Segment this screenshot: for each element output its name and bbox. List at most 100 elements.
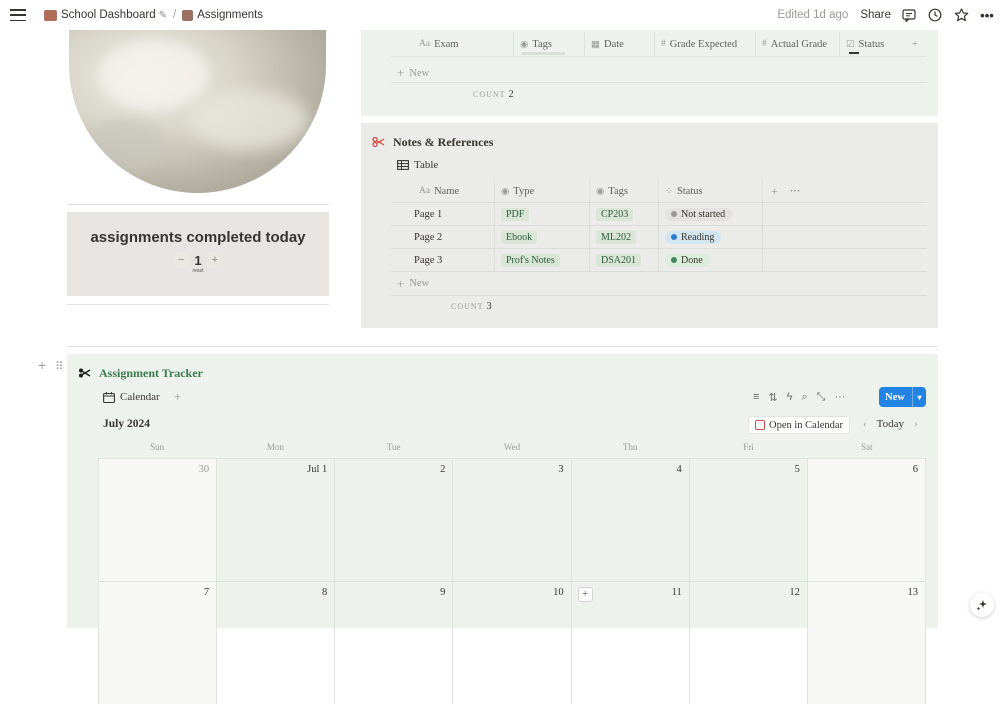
- tab-table-view[interactable]: Table: [397, 159, 438, 171]
- column-grade-expected[interactable]: # Grade Expected: [655, 32, 756, 56]
- add-column-icon[interactable]: +: [912, 39, 918, 50]
- counter-value: 1: [194, 252, 202, 268]
- exam-count: COUNT 2: [473, 89, 514, 100]
- column-exam[interactable]: Aa Exam: [413, 32, 514, 56]
- tag-chip-partial: [521, 52, 565, 55]
- status-badge: Done: [665, 253, 710, 267]
- scissors-icon: [372, 136, 385, 150]
- filter-icon[interactable]: ≡: [753, 391, 759, 404]
- calendar-day[interactable]: 8: [217, 582, 336, 704]
- month-label: July 2024: [103, 418, 150, 430]
- school-icon: [182, 9, 194, 21]
- add-view-icon[interactable]: +: [174, 389, 181, 405]
- exam-new-row-button[interactable]: + New: [397, 65, 429, 81]
- drag-handle-icon[interactable]: ⠿: [55, 361, 63, 373]
- calendar-day[interactable]: 4: [572, 459, 690, 581]
- calendar-day[interactable]: 30: [98, 459, 218, 581]
- add-event-icon[interactable]: +: [577, 587, 593, 602]
- notes-new-row-button[interactable]: + New: [391, 271, 927, 295]
- calendar-day[interactable]: Jul 1: [217, 459, 336, 581]
- page-icon: [44, 9, 57, 21]
- add-column-icon[interactable]: +: [771, 184, 778, 199]
- new-entry-button[interactable]: New ▾: [879, 387, 926, 407]
- more-options-icon[interactable]: ···: [834, 391, 845, 404]
- course-tag: ML202: [596, 230, 636, 244]
- weekday-label: Fri: [743, 442, 754, 452]
- search-icon[interactable]: ⌕: [801, 391, 807, 404]
- column-actual-grade[interactable]: # Actual Grade: [756, 32, 840, 56]
- decrement-button[interactable]: −: [173, 252, 189, 268]
- calendar-day[interactable]: 6: [807, 459, 926, 581]
- type-tag: Ebook: [501, 230, 538, 244]
- status-indicator: [849, 52, 859, 54]
- column-name[interactable]: Aa Name: [391, 180, 495, 202]
- more-icon[interactable]: ···: [790, 186, 801, 197]
- table-row[interactable]: Page 3 Prof's Notes DSA201 Done: [391, 248, 927, 271]
- calendar-day[interactable]: 10: [453, 582, 572, 704]
- view-toolbar: ≡ ⇅ ϟ ⌕ ⤡ ···: [753, 391, 845, 404]
- favorite-star-icon[interactable]: [953, 7, 969, 23]
- divider: [67, 304, 329, 305]
- history-clock-icon[interactable]: [927, 7, 943, 23]
- share-button[interactable]: Share: [860, 9, 891, 21]
- edited-timestamp: Edited 1d ago: [777, 9, 849, 21]
- weekday-label: Thu: [623, 442, 638, 452]
- column-type[interactable]: ◉ Type: [495, 180, 590, 202]
- column-tags[interactable]: ◉ Tags: [590, 180, 659, 202]
- calendar-day[interactable]: 2: [335, 459, 454, 581]
- calendar-day[interactable]: 9: [335, 582, 454, 704]
- calendar-day[interactable]: 13: [807, 582, 926, 704]
- open-in-calendar-button[interactable]: Open in Calendar: [748, 416, 851, 434]
- notes-count: COUNT 3: [451, 301, 492, 312]
- divider: [67, 204, 329, 205]
- calendar-day[interactable]: 12: [690, 582, 808, 704]
- table-row[interactable]: Page 1 PDF CP203 Not started: [391, 202, 927, 225]
- row-name[interactable]: Page 1: [391, 203, 495, 225]
- counter-stepper: − 1 +: [67, 252, 329, 268]
- calendar-day[interactable]: +11: [572, 582, 690, 704]
- calendar-day[interactable]: 5: [690, 459, 808, 581]
- expand-icon[interactable]: ⤡: [817, 391, 826, 404]
- status-badge: Reading: [665, 230, 722, 244]
- type-tag: PDF: [501, 207, 530, 221]
- date-navigation: ‹ Today ›: [863, 418, 918, 430]
- weekday-header: Sun Mon Tue Wed Thu Fri Sat: [98, 442, 926, 452]
- counter-title: assignments completed today: [90, 229, 306, 246]
- calendar-week: 30 Jul 1 2 3 4 5 6: [98, 458, 926, 581]
- column-date[interactable]: ▦ Date: [585, 32, 655, 56]
- today-button[interactable]: Today: [877, 418, 904, 430]
- sidebar-menu-icon[interactable]: [10, 9, 26, 21]
- assignment-tracker-panel: Assignment Tracker Calendar + ≡ ⇅ ϟ ⌕ ⤡ …: [67, 354, 938, 704]
- sort-icon[interactable]: ⇅: [768, 391, 777, 404]
- calendar-week: 7 8 9 10 +11 12 13: [98, 581, 926, 704]
- column-status[interactable]: ⁘ Status: [659, 180, 763, 202]
- notes-table: Aa Name ◉ Type ◉ Tags ⁘ Status + ··· Page 1 …: [391, 180, 927, 317]
- chevron-down-icon[interactable]: ▾: [912, 387, 926, 407]
- tracker-title[interactable]: Assignment Tracker: [99, 366, 203, 381]
- notes-title[interactable]: Notes & References: [393, 135, 493, 150]
- more-options-icon[interactable]: •••: [979, 7, 995, 23]
- breadcrumb-assignments[interactable]: Assignments: [197, 9, 263, 21]
- breadcrumb: School Dashboard ✎ / Assignments: [44, 9, 263, 21]
- type-tag: Prof's Notes: [501, 253, 560, 267]
- automation-bolt-icon[interactable]: ϟ: [787, 391, 793, 404]
- comments-icon[interactable]: [901, 7, 917, 23]
- course-tag: CP203: [596, 207, 634, 221]
- ai-assistant-sparkle-icon[interactable]: [970, 593, 994, 617]
- increment-button[interactable]: +: [207, 252, 223, 268]
- row-name[interactable]: Page 3: [391, 249, 495, 271]
- calendar-day[interactable]: 7: [98, 582, 218, 704]
- table-row[interactable]: Page 2 Ebook ML202 Reading: [391, 225, 927, 248]
- calendar-day[interactable]: 3: [453, 459, 572, 581]
- row-name[interactable]: Page 2: [391, 226, 495, 248]
- breadcrumb-school-dashboard[interactable]: School Dashboard: [61, 9, 156, 21]
- weekday-label: Tue: [386, 442, 401, 452]
- reset-button[interactable]: reset: [67, 268, 329, 274]
- weekday-label: Wed: [503, 442, 521, 452]
- course-tag: DSA201: [596, 253, 642, 267]
- chevron-left-icon[interactable]: ‹: [863, 418, 867, 430]
- table-icon: [397, 160, 409, 170]
- tab-calendar-view[interactable]: Calendar +: [103, 389, 181, 405]
- add-block-icon[interactable]: +: [38, 357, 46, 373]
- chevron-right-icon[interactable]: ›: [914, 418, 918, 430]
